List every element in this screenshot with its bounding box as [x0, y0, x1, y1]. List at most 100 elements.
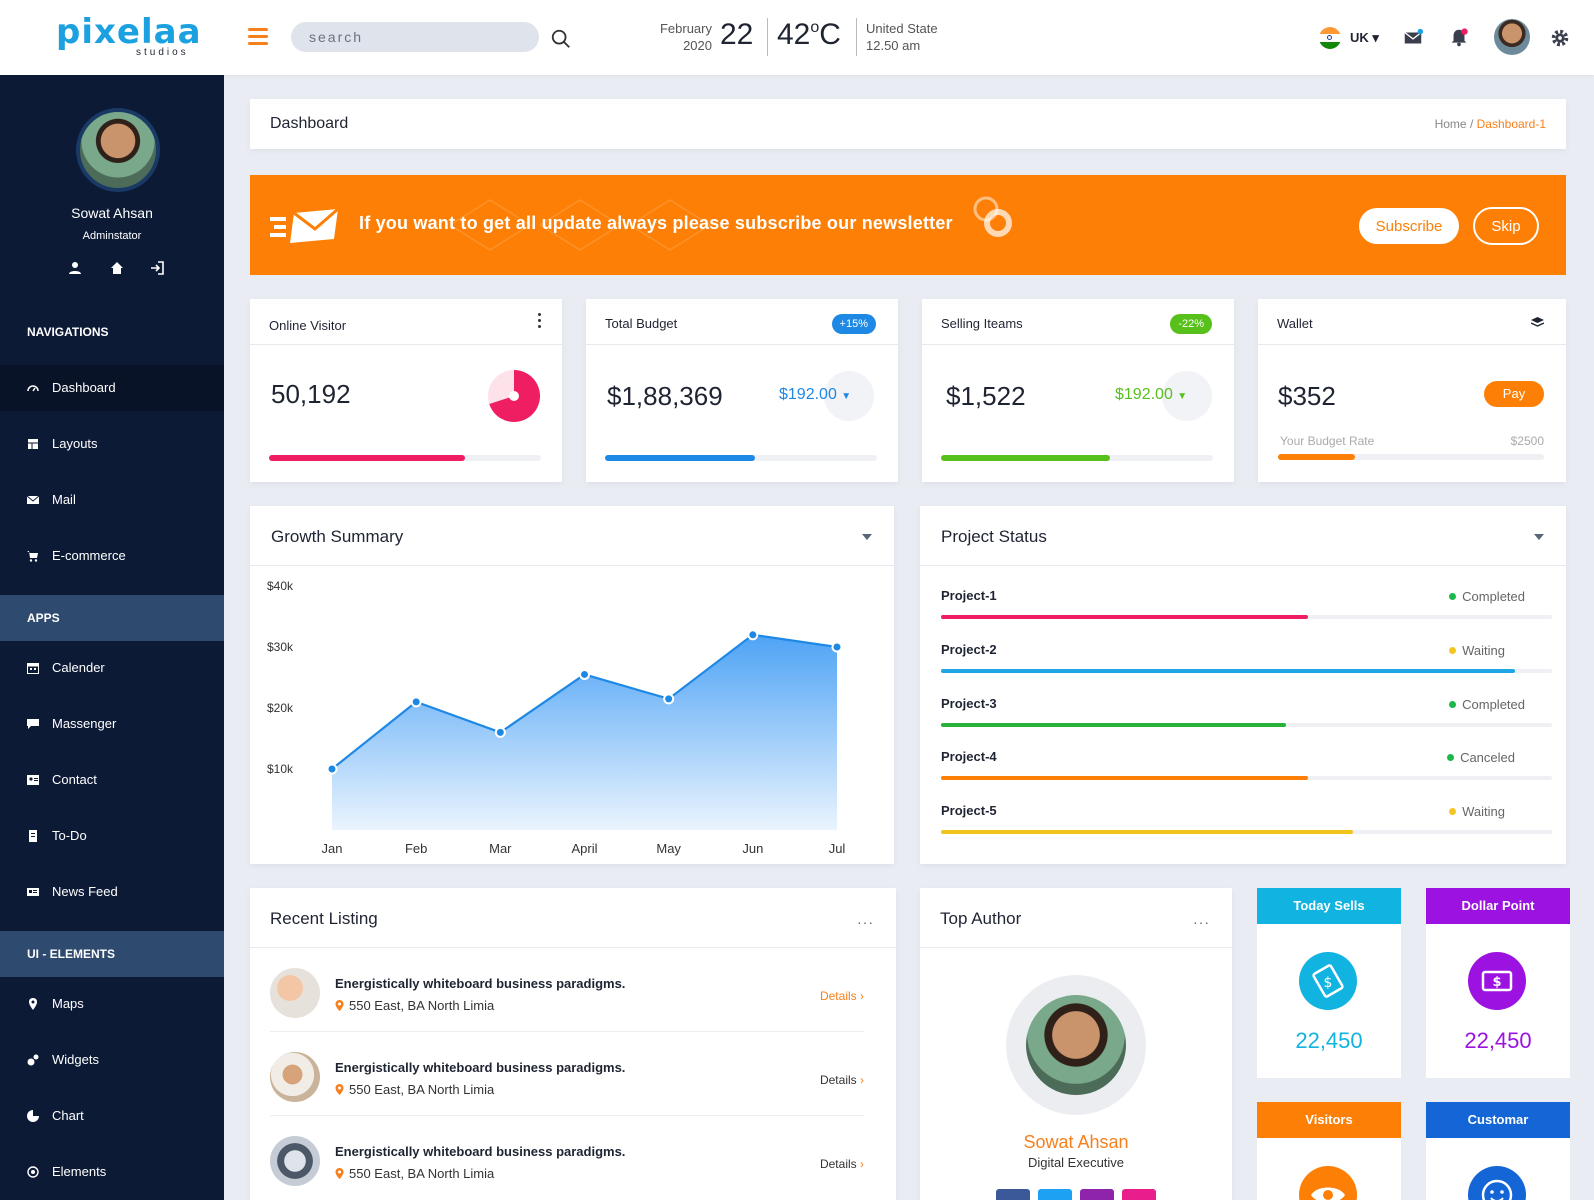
y-tick-label: $40k	[267, 579, 294, 593]
project-name: Project-5	[941, 803, 997, 818]
location-pin-icon	[335, 1084, 344, 1095]
home-icon[interactable]	[110, 261, 124, 275]
dribbble-icon[interactable]	[1122, 1189, 1156, 1200]
twitter-icon[interactable]	[1038, 1189, 1072, 1200]
news-icon	[27, 888, 39, 896]
x-tick-label: Jun	[742, 841, 763, 856]
list-item[interactable]: Energistically whiteboard business parad…	[270, 948, 864, 1032]
skip-button[interactable]: Skip	[1473, 207, 1539, 245]
more-icon[interactable]: ···	[1193, 914, 1210, 930]
divider	[767, 18, 768, 56]
temperature-unit: C	[819, 18, 841, 51]
project-progress	[941, 776, 1552, 780]
sidebar-item-dashboard[interactable]: Dashboard	[0, 365, 224, 411]
selling-value: $1,522	[946, 381, 1026, 411]
growth-summary-title: Growth Summary	[271, 527, 404, 546]
sidebar-item-massenger[interactable]: Massenger	[0, 701, 224, 747]
sidebar-item-ecommerce[interactable]: E-commerce	[0, 533, 224, 579]
more-icon[interactable]: ···	[857, 914, 874, 930]
facebook-icon[interactable]	[996, 1189, 1030, 1200]
project-status-label: Canceled	[1460, 750, 1515, 765]
divider	[856, 18, 857, 56]
details-link[interactable]: Details ›	[820, 989, 864, 1003]
sidebar-item-mail[interactable]: Mail	[0, 477, 224, 523]
smiley-icon	[1468, 1166, 1526, 1200]
project-status: Waiting	[1449, 643, 1505, 658]
budget-delta[interactable]: $192.00 ▼	[779, 386, 851, 404]
location-time: United State 12.50 am	[866, 20, 938, 54]
instagram-icon[interactable]	[1080, 1189, 1114, 1200]
pay-button[interactable]: Pay	[1484, 381, 1544, 407]
calendar-icon	[27, 663, 39, 674]
menu-toggle-icon[interactable]	[248, 28, 268, 45]
details-link[interactable]: Details ›	[820, 1157, 864, 1171]
author-avatar[interactable]	[1006, 975, 1146, 1115]
sidebar-item-label: Elements	[52, 1164, 107, 1179]
temperature: 42	[777, 18, 811, 51]
sidebar-item-layouts[interactable]: Layouts	[0, 421, 224, 467]
growth-area-chart: $10k $20k $30k $40k Jan Feb Mar April May Jun Jul	[267, 579, 845, 856]
india-flag-icon[interactable]	[1319, 27, 1341, 49]
chevron-down-icon[interactable]	[1534, 534, 1544, 540]
card-label: Selling Iteams	[941, 316, 1023, 331]
todo-icon	[29, 830, 37, 842]
list-item[interactable]: Energistically whiteboard business parad…	[270, 1032, 864, 1116]
sidebar-item-calender[interactable]: Calender	[0, 645, 224, 691]
sidebar-item-label: To-Do	[52, 828, 87, 843]
logout-icon[interactable]	[150, 261, 164, 275]
growth-summary-card: Growth Summary $10k $20k $30k $40k Jan Feb Mar…	[250, 506, 894, 864]
mail-icon[interactable]	[1402, 27, 1424, 49]
user-icon[interactable]	[68, 261, 82, 275]
details-link[interactable]: Details ›	[820, 1073, 864, 1087]
chart-area	[332, 634, 837, 830]
sidebar-item-todo[interactable]: To-Do	[0, 813, 224, 859]
project-progress	[941, 830, 1552, 834]
money-bill-icon: $	[1468, 952, 1526, 1010]
brand-logo[interactable]: pixelaa studios	[56, 14, 206, 58]
gear-icon[interactable]	[1549, 27, 1571, 49]
budget-rate-value: $2500	[1510, 434, 1544, 448]
sidebar-item-widgets[interactable]: Widgets	[0, 1037, 224, 1083]
svg-text:$: $	[1324, 975, 1333, 991]
chevron-right-icon: ›	[860, 1073, 864, 1087]
listing-thumbnail	[270, 1136, 320, 1186]
layers-icon[interactable]	[1531, 317, 1544, 329]
language-select[interactable]: UK ▾	[1350, 30, 1379, 46]
card-label: Online Visitor	[269, 318, 347, 333]
sidebar-item-label: Calender	[52, 660, 105, 675]
top-author-title: Top Author	[940, 909, 1022, 928]
nav-section-apps: APPS	[0, 595, 224, 641]
kebab-menu-icon[interactable]	[538, 313, 542, 328]
budget-delta-value: $192.00	[779, 386, 837, 403]
online-visitor-card: Online Visitor 50,192	[250, 299, 562, 482]
search-icon[interactable]	[550, 28, 572, 50]
chevron-down-icon[interactable]	[862, 534, 872, 540]
project-status-label: Completed	[1462, 589, 1525, 604]
search-input[interactable]	[291, 22, 539, 52]
caret-down-icon: ▼	[841, 391, 852, 402]
selling-progress	[941, 455, 1213, 461]
subscribe-button[interactable]: Subscribe	[1359, 208, 1459, 244]
data-point	[831, 641, 843, 653]
nav-section-ui-elements: UI - ELEMENTS	[0, 931, 224, 977]
breadcrumb-home[interactable]: Home	[1435, 117, 1467, 131]
top-bar: pixelaa studios February 2020 22 42oC Un…	[0, 0, 1594, 75]
project-name: Project-3	[941, 696, 997, 711]
sidebar-item-contact[interactable]: Contact	[0, 757, 224, 803]
sidebar-item-news-feed[interactable]: News Feed	[0, 869, 224, 915]
selling-delta[interactable]: $192.00 ▼	[1115, 386, 1187, 404]
list-item[interactable]: Energistically whiteboard business parad…	[270, 1116, 864, 1200]
budget-rate-label: Your Budget Rate	[1280, 434, 1375, 448]
project-status-label: Completed	[1462, 697, 1525, 712]
y-tick-label: $10k	[267, 762, 294, 776]
profile-name: Sowat Ahsan	[71, 205, 153, 221]
sidebar-item-elements[interactable]: Elements	[0, 1149, 224, 1195]
project-status-card: Project Status Project-1 Completed Proje…	[920, 506, 1566, 864]
sidebar-item-maps[interactable]: Maps	[0, 981, 224, 1027]
profile-avatar[interactable]	[76, 108, 160, 192]
location-pin-icon	[335, 1000, 344, 1011]
bell-icon[interactable]	[1448, 27, 1470, 49]
project-progress	[941, 615, 1552, 619]
sidebar-item-chart[interactable]: Chart	[0, 1093, 224, 1139]
user-avatar[interactable]	[1494, 19, 1530, 55]
